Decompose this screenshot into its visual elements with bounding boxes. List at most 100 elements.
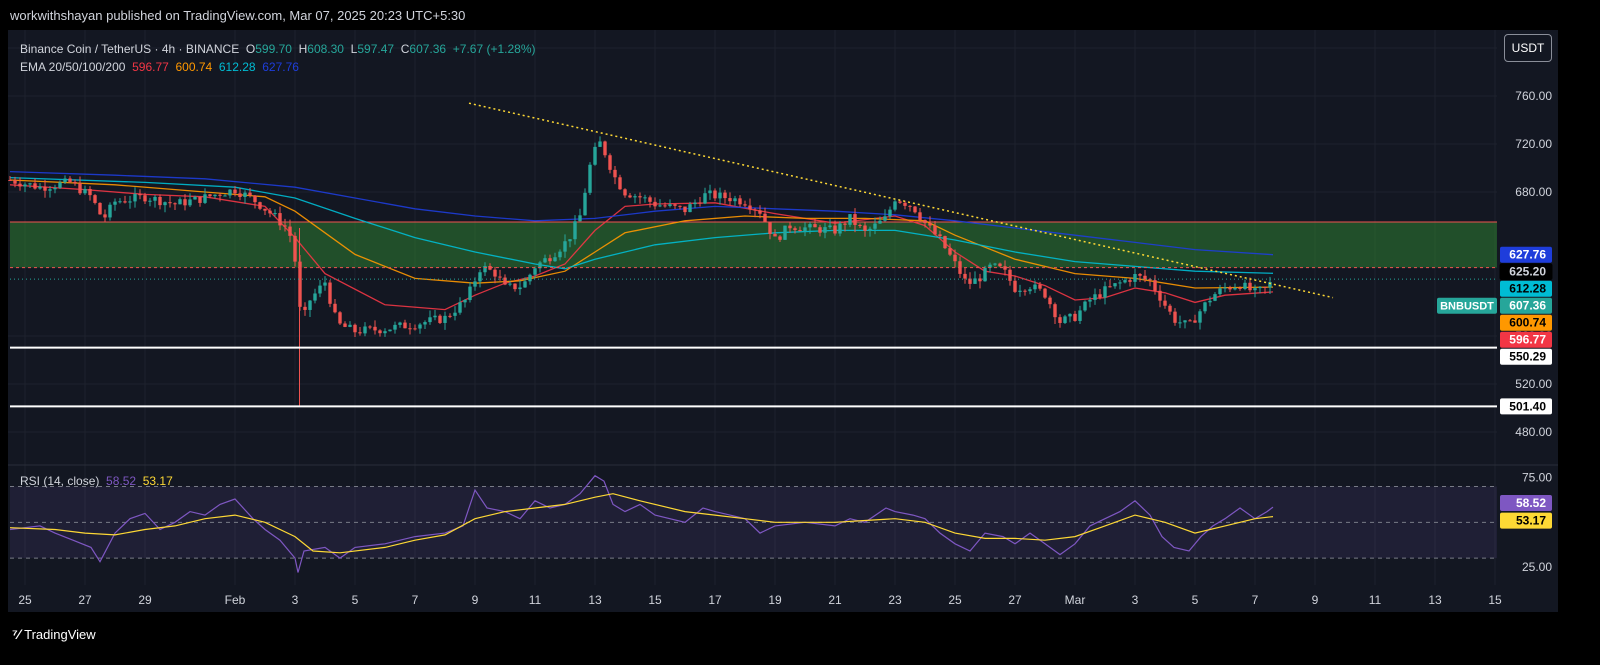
symbol-legend: Binance Coin / TetherUS · 4h · BINANCE O… — [20, 40, 536, 76]
candle-body — [333, 303, 337, 313]
candle-body — [688, 204, 692, 213]
candle-body — [1078, 310, 1082, 321]
candle-body — [438, 315, 442, 323]
candle-body — [753, 209, 757, 211]
rsi-pane — [9, 474, 1497, 573]
rsi-badge-label: 58.52 — [1516, 496, 1546, 510]
tradingview-logo[interactable]: ⁷⁄ TradingView — [12, 626, 96, 642]
candle-body — [598, 141, 602, 147]
candle-body — [1183, 320, 1187, 323]
candle-body — [653, 201, 657, 207]
candle-body — [733, 198, 737, 202]
candle-body — [1138, 273, 1142, 276]
candle-body — [233, 189, 237, 194]
time-tick-label: 5 — [352, 593, 359, 607]
candle-body — [1203, 302, 1207, 312]
price-chart[interactable]: 800.00760.00720.00680.00560.00520.00480.… — [0, 0, 1600, 665]
time-tick-label: 23 — [888, 593, 902, 607]
candle-body — [183, 199, 187, 206]
rsi-tick-label: 25.00 — [1522, 560, 1552, 574]
candle-body — [748, 205, 752, 210]
time-tick-label: 7 — [1252, 593, 1259, 607]
candle-body — [523, 281, 527, 288]
ema-indicator-label[interactable]: EMA 20/50/100/200 — [20, 60, 125, 74]
candle-body — [63, 178, 67, 183]
candle-body — [813, 224, 817, 228]
candle-body — [648, 197, 652, 202]
candle-body — [73, 181, 77, 184]
candle-body — [1208, 300, 1212, 303]
candle-body — [728, 198, 732, 202]
candle-body — [358, 332, 362, 334]
candle-body — [718, 192, 722, 199]
candle-body — [1023, 290, 1027, 292]
candle-body — [1233, 287, 1237, 290]
candle-body — [373, 326, 377, 331]
candle-body — [633, 196, 637, 198]
time-tick-label: 9 — [472, 593, 479, 607]
price-badge-label: 612.28 — [1509, 282, 1546, 296]
candle-body — [343, 323, 347, 327]
candle-body — [103, 214, 107, 218]
symbol-title[interactable]: Binance Coin / TetherUS · 4h · BINANCE — [20, 42, 239, 56]
candle-body — [413, 328, 417, 330]
candle-body — [48, 189, 52, 191]
time-tick-label: 13 — [588, 593, 602, 607]
candle-body — [948, 248, 952, 255]
candle-body — [543, 258, 547, 263]
candle-body — [708, 190, 712, 194]
candle-body — [1143, 275, 1147, 280]
candle-body — [1033, 284, 1037, 290]
candle-body — [363, 326, 367, 334]
price-tick-label: 680.00 — [1515, 185, 1552, 199]
candle-body — [573, 221, 577, 240]
time-tick-label: 19 — [768, 593, 782, 607]
footer-bar — [0, 612, 1600, 665]
candle-body — [18, 183, 22, 187]
candle-body — [658, 205, 662, 207]
candle-body — [1163, 300, 1167, 306]
candle-body — [353, 324, 357, 333]
candle-body — [143, 195, 147, 202]
candle-body — [148, 200, 152, 202]
candle-body — [1178, 322, 1182, 324]
candle-body — [1028, 289, 1032, 292]
candle-body — [1218, 288, 1222, 295]
candle-body — [78, 183, 82, 194]
currency-button[interactable]: USDT — [1504, 34, 1552, 62]
candle-body — [263, 208, 267, 211]
candle-body — [393, 324, 397, 330]
candle-body — [568, 239, 572, 242]
candle-body — [628, 195, 632, 198]
candle-body — [83, 188, 87, 194]
candle-body — [898, 201, 902, 203]
candle-body — [888, 209, 892, 217]
candle-body — [618, 177, 622, 190]
candle-body — [213, 194, 217, 197]
supply-zone — [10, 222, 1497, 268]
candle-body — [193, 196, 197, 200]
candle-body — [113, 201, 117, 205]
price-tick-label: 480.00 — [1515, 425, 1552, 439]
candle-body — [763, 213, 767, 222]
candles-layer — [8, 136, 1272, 407]
candle-body — [1083, 301, 1087, 311]
candle-body — [563, 241, 567, 252]
candle-body — [663, 205, 667, 207]
candle-body — [1238, 287, 1242, 289]
candle-body — [778, 236, 782, 240]
candle-body — [903, 202, 907, 206]
candle-body — [93, 195, 97, 203]
candle-body — [808, 224, 812, 228]
candle-body — [348, 324, 352, 327]
candle-body — [1253, 288, 1257, 291]
candle-body — [58, 182, 62, 188]
candle-body — [468, 286, 472, 301]
candle-body — [338, 312, 342, 324]
candle-body — [873, 223, 877, 229]
rsi-indicator-label[interactable]: RSI (14, close) — [20, 474, 99, 488]
candle-body — [118, 201, 122, 203]
candle-body — [403, 322, 407, 329]
candle-body — [783, 225, 787, 240]
candle-body — [693, 202, 697, 205]
